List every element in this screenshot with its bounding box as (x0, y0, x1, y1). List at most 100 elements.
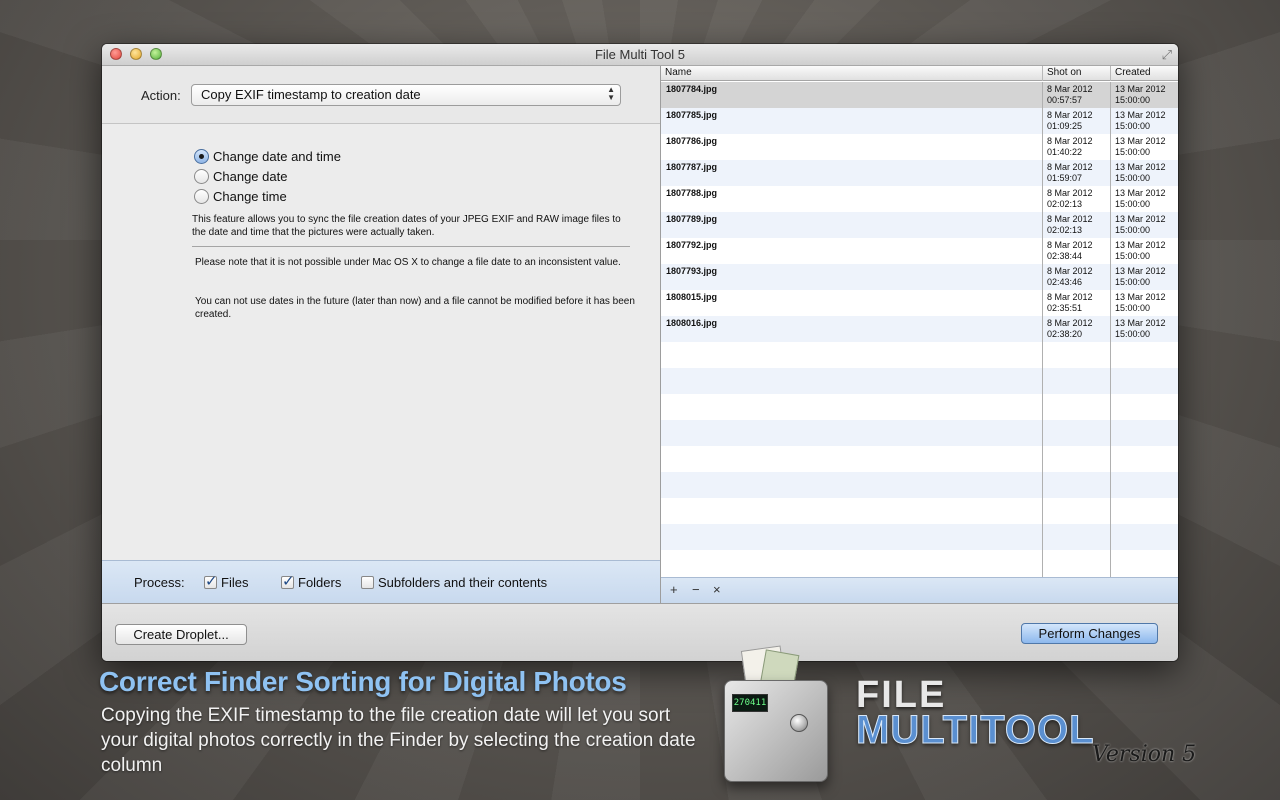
list-toolbar: + − × (661, 577, 1178, 603)
shot-time: 02:35:51 (1047, 303, 1083, 313)
created-date: 13 Mar 2012 (1115, 84, 1166, 94)
created-time: 15:00:00 (1115, 147, 1151, 157)
clear-list-button[interactable]: × (713, 583, 721, 597)
shot-time: 00:57:57 (1047, 95, 1083, 105)
table-row[interactable]: 1807793.jpg 8 Mar 2012 02:43:46 13 Mar 2012… (661, 264, 1178, 290)
shot-date: 8 Mar 2012 (1047, 266, 1093, 276)
created-cell: 13 Mar 2012 15:00:00 (1115, 162, 1166, 184)
action-label: Action: (141, 88, 181, 103)
radio-label: Change time (213, 188, 287, 204)
caption-title: Correct Finder Sorting for Digital Photo… (99, 666, 627, 697)
created-time: 15:00:00 (1115, 329, 1151, 339)
shot-on-cell: 8 Mar 2012 01:40:22 (1047, 136, 1093, 158)
shot-time: 02:02:13 (1047, 199, 1083, 209)
empty-table-row (661, 472, 1178, 498)
column-header-name[interactable]: Name (661, 66, 1043, 81)
checkbox[interactable] (281, 572, 295, 590)
created-date: 13 Mar 2012 (1115, 240, 1166, 250)
radio-button[interactable] (194, 148, 209, 164)
note-future-dates: You can not use dates in the future (lat… (195, 296, 635, 320)
created-date: 13 Mar 2012 (1115, 136, 1166, 146)
perform-changes-button[interactable]: Perform Changes (1021, 623, 1158, 644)
close-window-button[interactable] (110, 48, 122, 60)
fullscreen-icon[interactable]: ⤢ (1162, 47, 1172, 63)
created-date: 13 Mar 2012 (1115, 214, 1166, 224)
radio-button[interactable] (194, 188, 209, 204)
file-name-cell: 1808015.jpg (666, 292, 718, 302)
options-pane: Action: Copy EXIF timestamp to creation … (102, 66, 661, 603)
radio-change-time[interactable]: Change time (194, 186, 341, 206)
bottom-bar: Create Droplet... Perform Changes (102, 603, 1178, 661)
shot-time: 02:38:20 (1047, 329, 1083, 339)
zoom-window-button[interactable] (150, 48, 162, 60)
title-bar[interactable]: File Multi Tool 5 ⤢ (102, 44, 1178, 66)
shot-on-cell: 8 Mar 2012 02:35:51 (1047, 292, 1093, 314)
table-row[interactable]: 1807786.jpg 8 Mar 2012 01:40:22 13 Mar 2012… (661, 134, 1178, 160)
file-name-cell: 1807787.jpg (666, 162, 718, 172)
created-cell: 13 Mar 2012 15:00:00 (1115, 318, 1166, 340)
table-row[interactable]: 1807785.jpg 8 Mar 2012 01:09:25 13 Mar 2012… (661, 108, 1178, 134)
column-header-shot-on[interactable]: Shot on (1043, 66, 1111, 81)
shot-date: 8 Mar 2012 (1047, 136, 1093, 146)
shot-on-cell: 8 Mar 2012 02:38:20 (1047, 318, 1093, 340)
checkbox-subfolders[interactable]: Subfolders and their contents (361, 575, 547, 590)
table-row[interactable]: 1808016.jpg 8 Mar 2012 02:38:20 13 Mar 2012… (661, 316, 1178, 342)
caption-body: Copying the EXIF timestamp to the file c… (101, 705, 696, 776)
app-window: File Multi Tool 5 ⤢ Action: Copy EXIF ti… (102, 44, 1178, 661)
created-date: 13 Mar 2012 (1115, 162, 1166, 172)
select-arrows-icon: ▲ ▼ (607, 85, 615, 102)
device-knob-icon (790, 714, 808, 732)
empty-table-row (661, 368, 1178, 394)
created-time: 15:00:00 (1115, 251, 1151, 261)
shot-time: 02:02:13 (1047, 225, 1083, 235)
checkbox[interactable] (361, 576, 374, 589)
created-cell: 13 Mar 2012 15:00:00 (1115, 240, 1166, 262)
action-select[interactable]: Copy EXIF timestamp to creation date ▲ ▼ (191, 84, 621, 106)
table-row[interactable]: 1807788.jpg 8 Mar 2012 02:02:13 13 Mar 2012… (661, 186, 1178, 212)
created-cell: 13 Mar 2012 15:00:00 (1115, 188, 1166, 210)
file-multitool-device-icon: 270411 (718, 645, 836, 788)
checkbox-label: Subfolders and their contents (378, 575, 548, 590)
shot-date: 8 Mar 2012 (1047, 214, 1093, 224)
radio-change-date[interactable]: Change date (194, 166, 341, 186)
radio-change-date-and-time[interactable]: Change date and time (194, 146, 341, 166)
table-row[interactable]: 1807789.jpg 8 Mar 2012 02:02:13 13 Mar 2012… (661, 212, 1178, 238)
date-mode-radio-group: Change date and time Change date Change … (194, 146, 341, 206)
table-row[interactable]: 1807784.jpg 8 Mar 2012 00:57:57 13 Mar 2012… (661, 82, 1178, 108)
window-controls (110, 48, 162, 60)
created-time: 15:00:00 (1115, 121, 1151, 131)
minimize-window-button[interactable] (130, 48, 142, 60)
created-date: 13 Mar 2012 (1115, 110, 1166, 120)
action-select-value: Copy EXIF timestamp to creation date (201, 87, 421, 102)
shot-time: 01:09:25 (1047, 121, 1083, 131)
checkbox-folders[interactable]: Folders (281, 572, 342, 590)
empty-table-row (661, 342, 1178, 368)
remove-file-button[interactable]: − (692, 583, 700, 597)
file-name-cell: 1807788.jpg (666, 188, 718, 198)
checkbox[interactable] (204, 572, 218, 590)
table-row[interactable]: 1808015.jpg 8 Mar 2012 02:35:51 13 Mar 2012… (661, 290, 1178, 316)
shot-date: 8 Mar 2012 (1047, 162, 1093, 172)
table-row[interactable]: 1807792.jpg 8 Mar 2012 02:38:44 13 Mar 2012… (661, 238, 1178, 264)
shot-on-cell: 8 Mar 2012 02:02:13 (1047, 214, 1093, 236)
checkbox-files[interactable]: Files (204, 572, 248, 590)
created-time: 15:00:00 (1115, 225, 1151, 235)
shot-on-cell: 8 Mar 2012 01:09:25 (1047, 110, 1093, 132)
column-header-created[interactable]: Created (1111, 66, 1178, 81)
device-screen: 270411 (732, 694, 768, 712)
file-name-cell: 1807784.jpg (666, 84, 718, 94)
created-time: 15:00:00 (1115, 199, 1151, 209)
file-name-cell: 1807793.jpg (666, 266, 718, 276)
table-row[interactable]: 1807787.jpg 8 Mar 2012 01:59:07 13 Mar 2012… (661, 160, 1178, 186)
shot-on-cell: 8 Mar 2012 02:43:46 (1047, 266, 1093, 288)
radio-button[interactable] (194, 168, 209, 184)
created-cell: 13 Mar 2012 15:00:00 (1115, 136, 1166, 158)
file-table-body: 1807784.jpg 8 Mar 2012 00:57:57 13 Mar 2012… (661, 82, 1178, 577)
empty-table-row (661, 524, 1178, 550)
add-file-button[interactable]: + (670, 583, 678, 597)
checkbox-label: Folders (298, 575, 342, 590)
logo-multitool-text: MULTITOOL (856, 708, 1095, 752)
create-droplet-button[interactable]: Create Droplet... (115, 624, 247, 645)
divider (192, 246, 630, 247)
created-cell: 13 Mar 2012 15:00:00 (1115, 84, 1166, 106)
